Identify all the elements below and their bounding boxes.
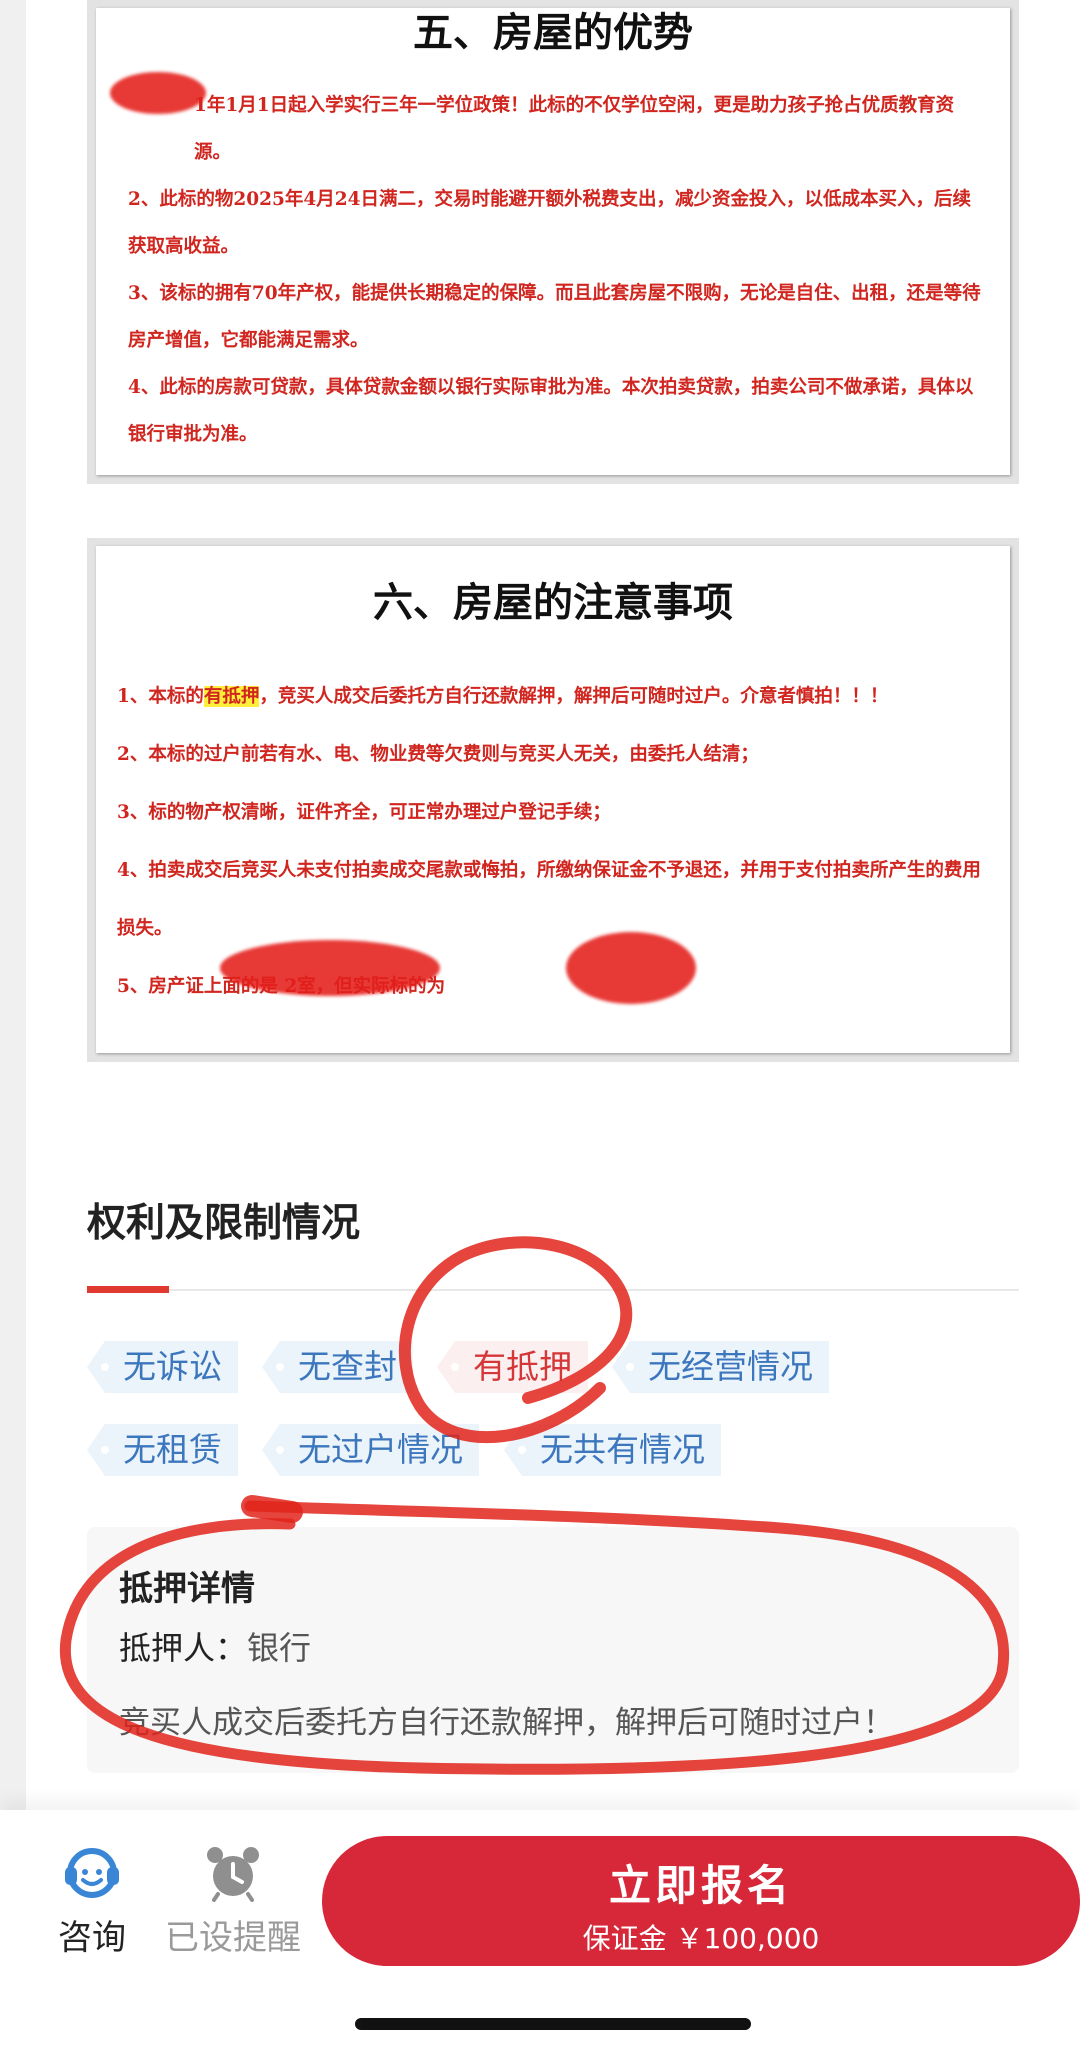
mortgage-details-box: 抵押详情 抵押人：银行 竞买人成交后委托方自行还款解押，解押后可随时过户！ [87, 1527, 1019, 1773]
alarm-clock-icon [207, 1847, 259, 1902]
section-title-accent [87, 1286, 169, 1293]
precaution-item: 4、拍卖成交后竞买人未支付拍卖成交尾款或悔拍，所缴纳保证金不予退还，并用于支付拍… [117, 860, 981, 939]
remind-label: 已设提醒 [165, 1918, 301, 1958]
tag-no-seizure: 无查封 [262, 1341, 413, 1393]
advantages-document-page: 五、房屋的优势 1年1月1日起入学实行三年一学位政策！此标的不仅学位空闲，更是助… [96, 8, 1010, 475]
tag-no-litigation: 无诉讼 [87, 1341, 238, 1393]
precaution-item-prefix: 1、本标的 [117, 686, 204, 707]
tag-no-transfer: 无过户情况 [262, 1424, 479, 1476]
advantages-heading: 五、房屋的优势 [413, 9, 693, 56]
tag-has-mortgage: 有抵押 [437, 1341, 588, 1393]
consult-button[interactable]: 咨询 [52, 1844, 132, 1959]
annotation-circle-mortgage-tag [398, 1236, 633, 1444]
advantage-item: 2、此标的物2025年4月24日满二，交易时能避开额外税费支出，减少资金投入，以… [128, 189, 971, 257]
advantage-item: 3、该标的拥有70年产权，能提供长期稳定的保障。而且此套房屋不限购，无论是自住、… [128, 283, 981, 351]
precautions-document-image: 六、房屋的注意事项 1、本标的有抵押，竞买人成交后委托方自行还款解押，解押后可随… [87, 538, 1019, 1062]
precaution-item: 3、标的物产权清晰，证件齐全，可正常办理过户登记手续； [117, 802, 611, 823]
redaction-scribble [566, 932, 696, 1004]
advantages-document-image: 五、房屋的优势 1年1月1日起入学实行三年一学位政策！此标的不仅学位空闲，更是助… [87, 0, 1019, 484]
tag-no-business: 无经营情况 [612, 1341, 829, 1393]
home-indicator[interactable] [355, 2018, 751, 2030]
precaution-item: 1、本标的有抵押，竞买人成交后委托方自行还款解押，解押后可随时过户。介意者慎拍！… [117, 668, 988, 726]
precautions-document-page: 六、房屋的注意事项 1、本标的有抵押，竞买人成交后委托方自行还款解押，解押后可随… [96, 546, 1010, 1053]
headset-icon [65, 1848, 119, 1898]
precautions-heading: 六、房屋的注意事项 [373, 579, 733, 626]
redaction-scribble [110, 72, 206, 114]
mortgage-details-title: 抵押详情 [119, 1569, 255, 1609]
precaution-item-suffix: ，竞买人成交后委托方自行还款解押，解押后可随时过户。介意者慎拍！！！ [259, 686, 889, 707]
bottom-action-bar: 咨询 已设提醒 立即报名 保证金 ￥100,000 [0, 1810, 1080, 2053]
annotation-tail-stroke [241, 1495, 303, 1523]
precaution-item: 2、本标的过户前若有水、电、物业费等欠费则与竞买人无关，由委托人结清； [117, 744, 759, 765]
signup-label: 立即报名 [608, 1861, 793, 1910]
rights-section-title: 权利及限制情况 [87, 1201, 361, 1246]
tag-no-co-ownership: 无共有情况 [504, 1424, 721, 1476]
tag-no-lease: 无租赁 [87, 1424, 238, 1476]
redaction-scribble [220, 940, 440, 996]
mortgage-holder-row: 抵押人：银行 [119, 1623, 311, 1669]
mortgage-highlight: 有抵押 [203, 686, 260, 707]
deposit-amount: 保证金 ￥100,000 [582, 1922, 820, 1955]
left-gutter [0, 0, 26, 1810]
advantage-item: 4、此标的房款可贷款，具体贷款金额以银行实际审批为准。本次拍卖贷款，拍卖公司不做… [128, 377, 974, 445]
advantages-list: 1年1月1日起入学实行三年一学位政策！此标的不仅学位空闲，更是助力孩子抢占优质教… [128, 82, 988, 458]
signup-now-button[interactable]: 立即报名 保证金 ￥100,000 [322, 1836, 1080, 1966]
mortgage-note: 竞买人成交后委托方自行还款解押，解押后可随时过户！ [119, 1705, 894, 1741]
mortgage-holder-value: 银行 [247, 1629, 312, 1667]
mortgage-holder-label: 抵押人： [119, 1629, 248, 1667]
consult-label: 咨询 [58, 1918, 126, 1958]
remind-button[interactable]: 已设提醒 [158, 1844, 308, 1959]
section-divider [87, 1289, 1019, 1291]
advantage-item: 1年1月1日起入学实行三年一学位政策！此标的不仅学位空闲，更是助力孩子抢占优质教… [194, 95, 955, 163]
